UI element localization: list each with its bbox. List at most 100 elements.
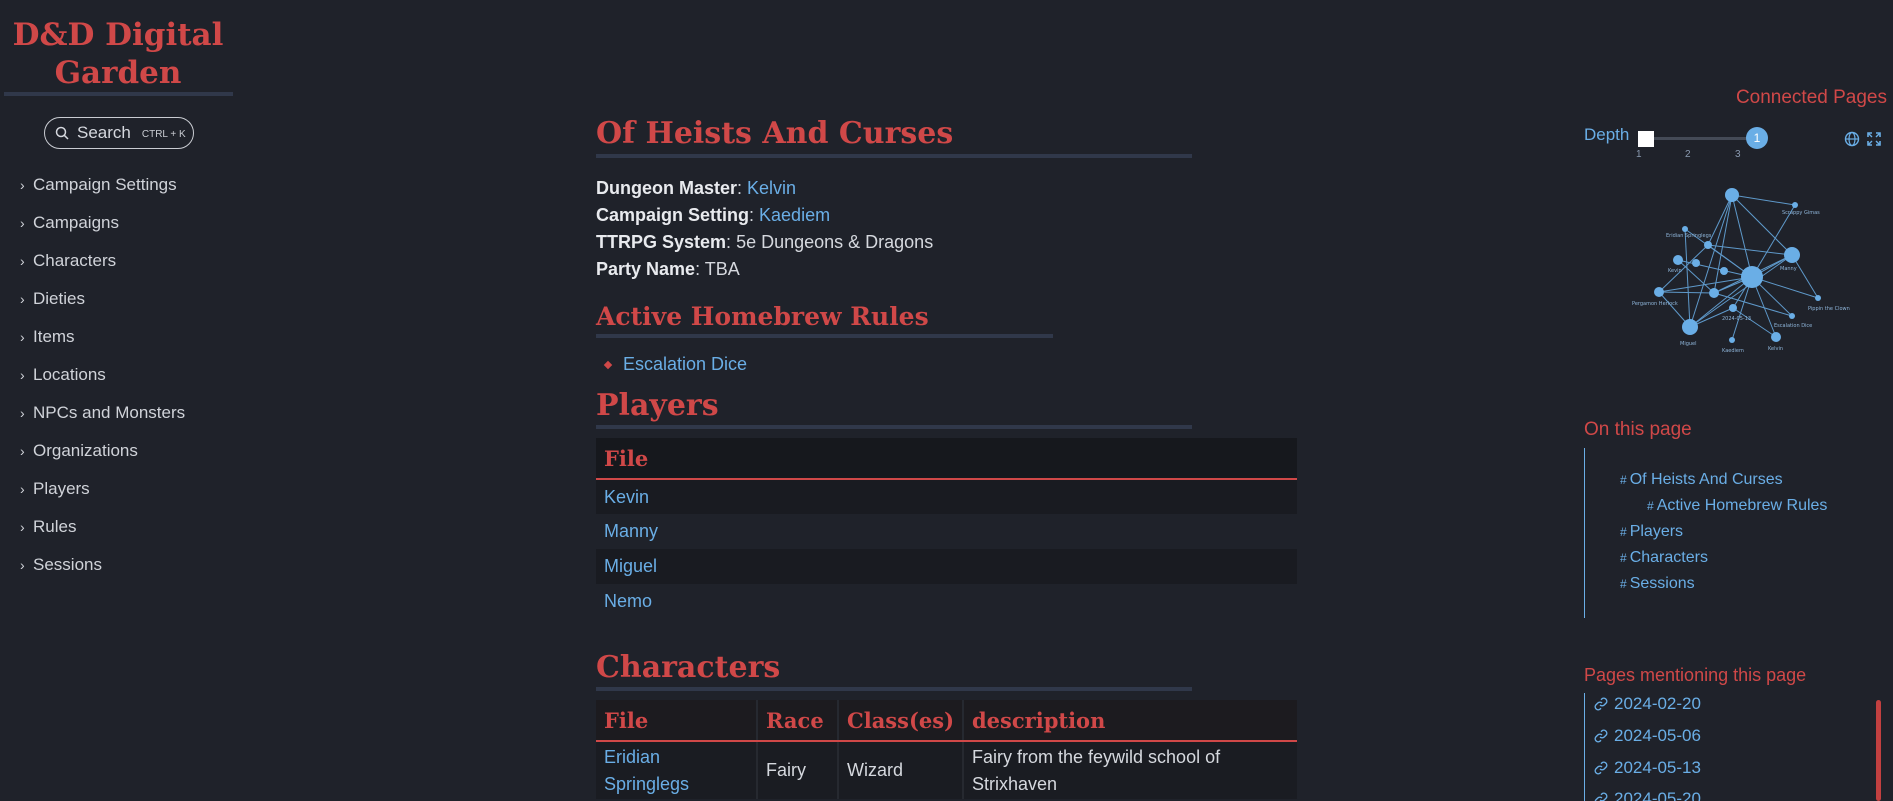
- graph-node[interactable]: [1682, 319, 1698, 335]
- bullet-icon: [603, 360, 613, 369]
- graph-node-label: Scrappy Gimas: [1782, 210, 1820, 216]
- graph-node[interactable]: [1704, 241, 1712, 249]
- chevron-right-icon: ›: [20, 405, 25, 421]
- meta-dungeon-master: Dungeon Master: Kelvin: [596, 178, 797, 198]
- hash-icon: #: [1620, 525, 1627, 539]
- toc-item-players[interactable]: # Players: [1620, 523, 1683, 541]
- graph-node[interactable]: [1725, 188, 1739, 202]
- site-title[interactable]: D&D Digital Garden: [4, 16, 232, 92]
- sidebar-item-players[interactable]: › Players: [20, 470, 185, 508]
- left-sidebar: D&D Digital Garden Search CTRL + K › Camp…: [0, 0, 236, 801]
- graph-node[interactable]: [1741, 266, 1763, 288]
- link-icon: [1594, 697, 1608, 711]
- hash-icon: #: [1620, 551, 1627, 565]
- chevron-right-icon: ›: [20, 557, 25, 573]
- toc-item-sessions[interactable]: # Sessions: [1620, 575, 1695, 593]
- chevron-right-icon: ›: [20, 481, 25, 497]
- sidebar-item-campaign-settings[interactable]: › Campaign Settings: [20, 166, 185, 204]
- chevron-right-icon: ›: [20, 367, 25, 383]
- graph-node[interactable]: [1729, 337, 1735, 343]
- dungeon-master-link[interactable]: Kelvin: [747, 178, 796, 198]
- backlink-item[interactable]: 2024-05-13: [1594, 758, 1701, 778]
- sidebar-item-label: Rules: [33, 517, 77, 536]
- connected-pages-heading: Connected Pages: [1735, 87, 1887, 108]
- toc-border: [1584, 448, 1585, 618]
- toc-item-active-homebrew-rules[interactable]: # Active Homebrew Rules: [1647, 497, 1827, 515]
- sidebar-item-label: Items: [33, 327, 75, 346]
- sidebar-item-items[interactable]: › Items: [20, 318, 185, 356]
- column-header-file[interactable]: File: [596, 438, 1297, 480]
- sidebar-item-label: Organizations: [33, 441, 138, 460]
- graph-node[interactable]: [1692, 259, 1700, 267]
- link-icon: [1594, 729, 1608, 743]
- graph-node[interactable]: [1815, 295, 1821, 301]
- backlinks-border: [1584, 693, 1585, 801]
- player-link[interactable]: Nemo: [604, 591, 652, 611]
- backlink-label: 2024-02-20: [1614, 694, 1701, 713]
- campaign-setting-link[interactable]: Kaediem: [759, 205, 830, 225]
- column-header-file[interactable]: File: [596, 700, 757, 742]
- backlinks-scrollbar[interactable]: [1876, 700, 1881, 801]
- graph-node[interactable]: [1729, 304, 1737, 312]
- graph-node[interactable]: [1789, 313, 1795, 319]
- chevron-right-icon: ›: [20, 253, 25, 269]
- character-link[interactable]: Eridian Springlegs: [604, 747, 689, 794]
- sidebar-item-sessions[interactable]: › Sessions: [20, 546, 185, 584]
- depth-value-badge: 1: [1746, 127, 1768, 149]
- graph-node-label: Escalation Dice: [1774, 323, 1812, 329]
- sidebar-item-rules[interactable]: › Rules: [20, 508, 185, 546]
- chevron-right-icon: ›: [20, 519, 25, 535]
- graph-node[interactable]: [1682, 226, 1688, 232]
- homebrew-underline: [596, 334, 1053, 338]
- graph-node[interactable]: [1673, 255, 1683, 265]
- graph-node[interactable]: [1654, 287, 1664, 297]
- toc-item-label: Of Heists And Curses: [1629, 471, 1783, 488]
- graph-node[interactable]: [1771, 332, 1781, 342]
- search-shortcut: CTRL + K: [141, 129, 186, 140]
- graph-node[interactable]: [1784, 247, 1800, 263]
- player-link[interactable]: Manny: [604, 521, 658, 541]
- sidebar-item-characters[interactable]: › Characters: [20, 242, 185, 280]
- toc-item-characters[interactable]: # Characters: [1620, 549, 1708, 567]
- sidebar-item-dieties[interactable]: › Dieties: [20, 280, 185, 318]
- sidebar-item-label: Campaign Settings: [33, 175, 177, 194]
- players-underline: [596, 425, 1192, 429]
- global-graph-icon[interactable]: [1844, 131, 1860, 147]
- backlink-item[interactable]: 2024-05-06: [1594, 726, 1701, 746]
- escalation-dice-link[interactable]: Escalation Dice: [623, 354, 747, 375]
- depth-slider[interactable]: [1640, 137, 1750, 140]
- chevron-right-icon: ›: [20, 443, 25, 459]
- graph-node[interactable]: [1720, 267, 1728, 275]
- sidebar-item-label: Dieties: [33, 289, 85, 308]
- graph-node-label: Kevin: [1668, 268, 1682, 274]
- sidebar-item-campaigns[interactable]: › Campaigns: [20, 204, 185, 242]
- backlink-item[interactable]: 2024-02-20: [1594, 694, 1701, 714]
- meta-key: Dungeon Master: [596, 178, 738, 198]
- sidebar-item-organizations[interactable]: › Organizations: [20, 432, 185, 470]
- player-link[interactable]: Miguel: [604, 556, 657, 576]
- table-row: Kevin: [596, 479, 1297, 514]
- column-header-race[interactable]: Race: [756, 700, 838, 742]
- toc-heading: On this page: [1584, 419, 1692, 440]
- column-header-classes[interactable]: Class(es): [837, 700, 963, 742]
- connected-pages-graph[interactable]: Scrappy Gimas Eridian Springlegs Kevin M…: [1630, 175, 1860, 360]
- search-label: Search: [77, 123, 131, 142]
- sidebar-item-npcs-and-monsters[interactable]: › NPCs and Monsters: [20, 394, 185, 432]
- chevron-right-icon: ›: [20, 291, 25, 307]
- sidebar-item-label: Players: [33, 479, 90, 498]
- column-header-description[interactable]: description: [962, 700, 1297, 742]
- sidebar-item-locations[interactable]: › Locations: [20, 356, 185, 394]
- backlink-item[interactable]: 2024-05-20: [1594, 789, 1701, 801]
- graph-node[interactable]: [1709, 288, 1719, 298]
- toc-item-of-heists-and-curses[interactable]: # Of Heists And Curses: [1620, 471, 1783, 489]
- sidebar-item-label: NPCs and Monsters: [33, 403, 186, 422]
- toc-item-label: Sessions: [1629, 575, 1695, 592]
- graph-node[interactable]: [1792, 202, 1798, 208]
- table-row: Miguel: [596, 549, 1297, 584]
- sidebar-item-label: Campaigns: [33, 213, 119, 232]
- depth-slider-thumb[interactable]: [1638, 131, 1654, 147]
- search-button[interactable]: Search CTRL + K: [44, 117, 194, 149]
- expand-icon[interactable]: [1866, 131, 1882, 147]
- player-link[interactable]: Kevin: [604, 487, 649, 507]
- players-heading: Players: [596, 388, 719, 423]
